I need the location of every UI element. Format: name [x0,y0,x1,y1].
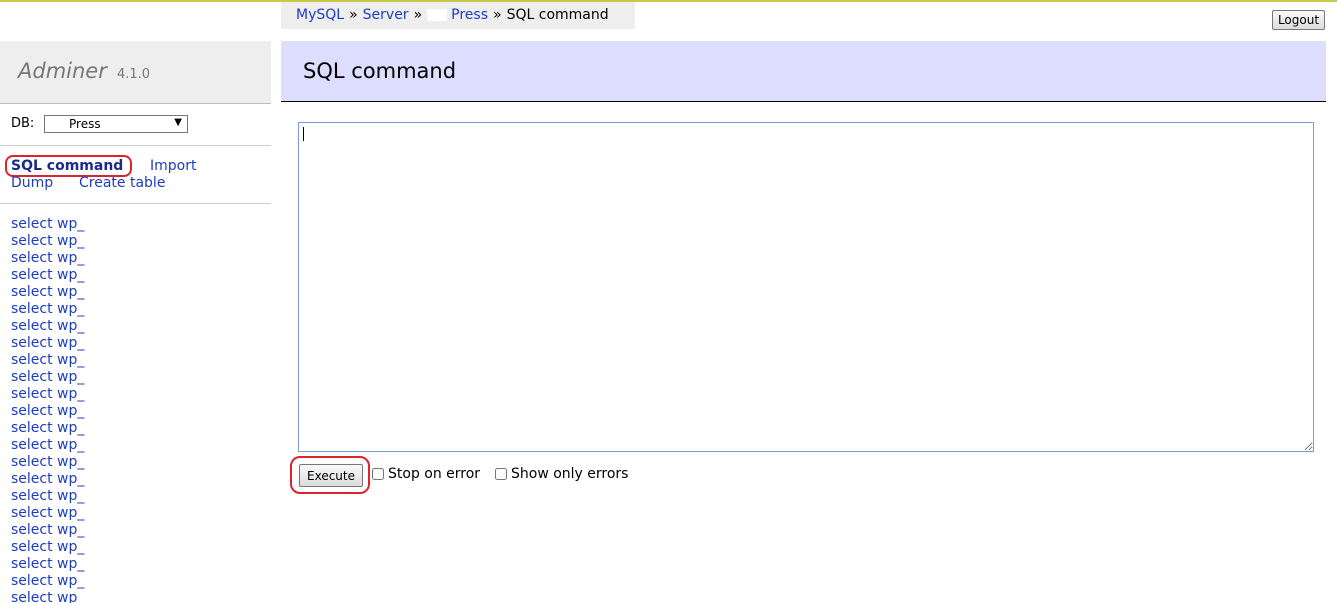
show-only-errors-checkbox[interactable] [495,468,507,480]
breadcrumb-db-link[interactable]: Press [451,7,488,23]
app-version: 4.1.0 [117,67,151,82]
breadcrumb-current: SQL command [506,7,609,23]
table-link[interactable]: select wp_ [11,318,92,335]
table-link[interactable]: select wp_ [11,386,92,403]
table-link[interactable]: select wp_ [11,233,92,250]
db-select-value: Press [69,117,101,131]
table-link[interactable]: select wp_ [11,369,92,386]
table-link[interactable]: select wp_ [11,471,92,488]
table-link[interactable]: select wp_ [11,437,92,454]
breadcrumb-server-link[interactable]: Server [363,7,409,23]
breadcrumb-separator: » [413,7,423,23]
breadcrumb-mysql-link[interactable]: MySQL [296,7,344,23]
stop-on-error-label[interactable]: Stop on error [388,466,480,482]
top-border [0,0,1337,2]
import-link[interactable]: Import [150,158,196,174]
table-link[interactable]: select wp_ [11,250,92,267]
table-link[interactable]: select wp_ [11,420,92,437]
table-link[interactable]: select wp_ [11,403,92,420]
divider [0,145,271,146]
breadcrumb: MySQL» Server» Press» SQL command [281,2,635,29]
table-link[interactable]: select wp_ [11,539,92,556]
stop-on-error-checkbox[interactable] [372,468,384,480]
divider [0,203,271,204]
sql-command-link[interactable]: SQL command [11,158,123,174]
table-link[interactable]: select wp_ [11,573,92,590]
execute-button[interactable]: Execute [299,464,363,487]
dropdown-arrow-icon: ▼ [174,117,182,128]
redacted-text [427,9,448,21]
table-link[interactable]: select wp_ [11,488,92,505]
db-select[interactable]: Press ▼ [44,115,188,133]
logout-button[interactable]: Logout [1272,10,1325,30]
page-heading: SQL command [281,41,1326,102]
table-link[interactable]: select wp_ [11,522,92,539]
create-table-link[interactable]: Create table [79,175,165,191]
table-link[interactable]: select wp_ [11,301,92,318]
table-link[interactable]: select wp_ [11,335,92,352]
table-link[interactable]: select wp_ [11,590,92,603]
breadcrumb-separator: » [349,7,358,23]
table-link[interactable]: select wp_ [11,284,92,301]
table-list: select wp_ select wp_ select wp_ select wp_… [11,216,92,603]
text-caret [303,127,304,141]
dump-link[interactable]: Dump [11,175,53,191]
table-link[interactable]: select wp_ [11,352,92,369]
table-link[interactable]: select wp_ [11,216,92,233]
show-only-errors-label[interactable]: Show only errors [511,466,628,482]
table-link[interactable]: select wp_ [11,267,92,284]
table-link[interactable]: select wp_ [11,556,92,573]
sql-query-textarea[interactable] [298,122,1314,452]
page-title: SQL command [303,59,457,83]
app-name[interactable]: Adminer [18,59,107,83]
table-link[interactable]: select wp_ [11,454,92,471]
breadcrumb-separator: » [493,7,502,23]
db-label: DB: [11,116,35,131]
table-link[interactable]: select wp_ [11,505,92,522]
logo-box: Adminer 4.1.0 [0,41,271,104]
